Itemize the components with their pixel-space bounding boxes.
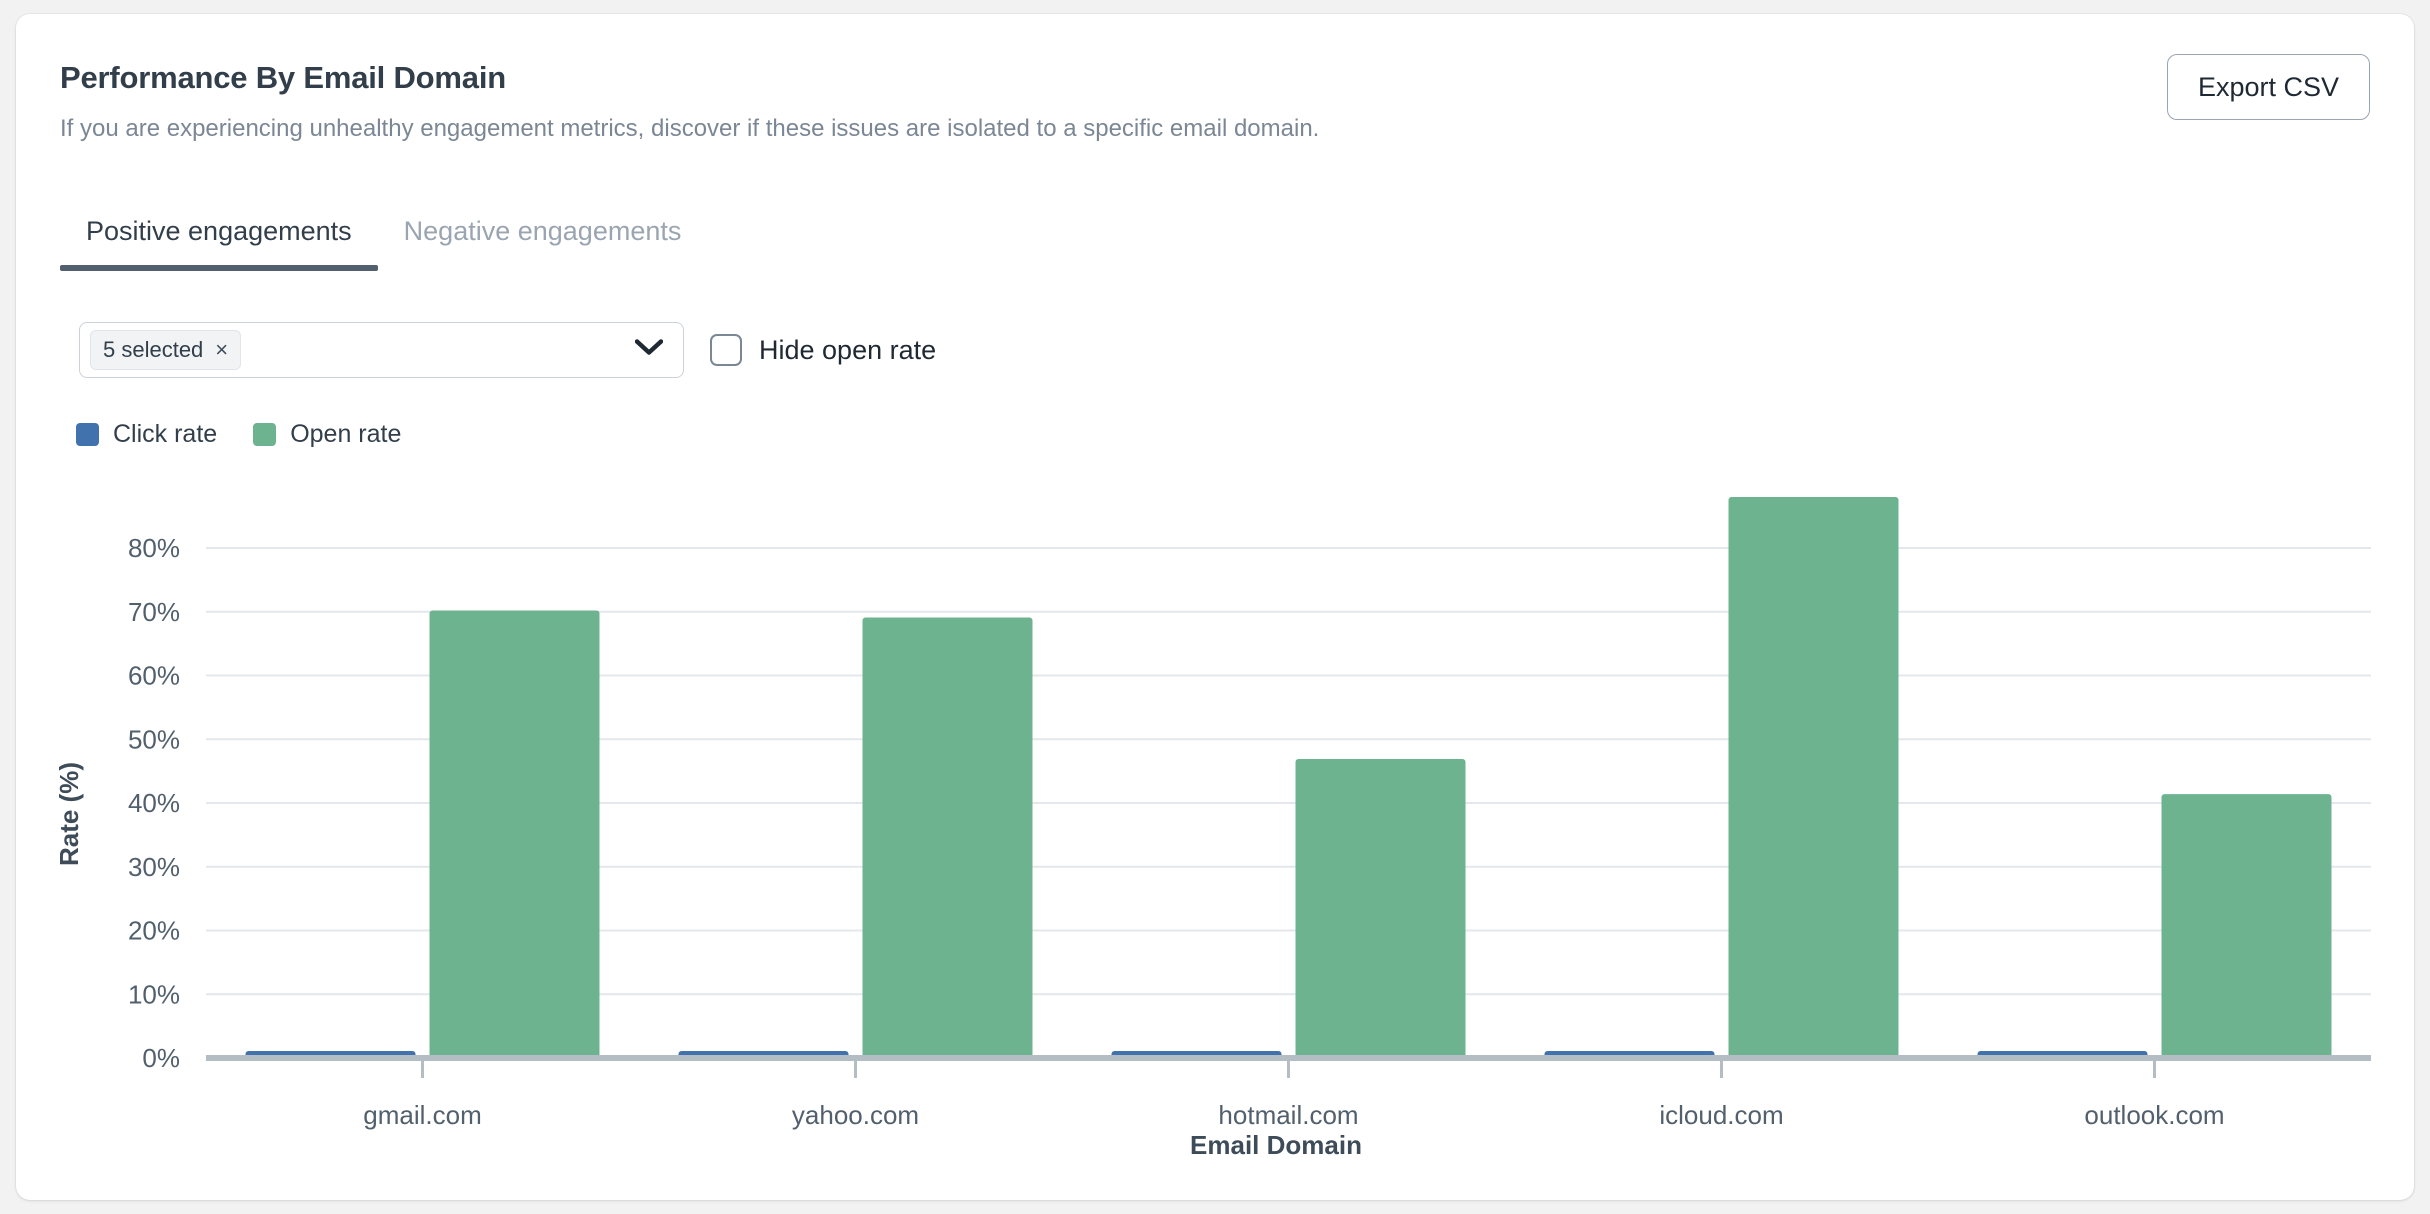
chart-bar[interactable] bbox=[245, 1051, 416, 1058]
chart-bar[interactable] bbox=[862, 617, 1033, 1058]
legend-swatch-click-rate bbox=[76, 423, 99, 446]
tab-negative-engagements-label: Negative engagements bbox=[403, 216, 682, 246]
y-tick-label: 70% bbox=[128, 597, 180, 627]
tab-positive-engagements-label: Positive engagements bbox=[86, 216, 352, 246]
chart-bar[interactable] bbox=[2161, 794, 2332, 1058]
tab-negative-engagements[interactable]: Negative engagements bbox=[378, 206, 708, 271]
y-axis-title: Rate (%) bbox=[54, 762, 84, 866]
x-tick-label: hotmail.com bbox=[1218, 1100, 1358, 1130]
chart-y-tick-labels: 0% 10% 20% 30% 40% 50% 60% 70% 80% bbox=[128, 533, 180, 1073]
close-icon[interactable]: × bbox=[215, 339, 228, 361]
legend-item-open-rate[interactable]: Open rate bbox=[253, 420, 401, 449]
legend-label-open-rate: Open rate bbox=[290, 420, 402, 448]
chart-x-tick-labels: gmail.com yahoo.com hotmail.com icloud.com o… bbox=[363, 1100, 2224, 1130]
card-subtitle: If you are experiencing unhealthy engage… bbox=[60, 114, 1320, 142]
performance-by-email-domain-card: Performance By Email Domain If you are e… bbox=[16, 14, 2414, 1200]
page-title: Performance By Email Domain bbox=[60, 60, 506, 95]
y-tick-label: 80% bbox=[128, 533, 180, 563]
tab-positive-engagements[interactable]: Positive engagements bbox=[60, 206, 378, 271]
chart-bar[interactable] bbox=[429, 610, 600, 1058]
legend-label-click-rate: Click rate bbox=[113, 420, 218, 448]
chart-bar[interactable] bbox=[1977, 1051, 2148, 1058]
chart-bars bbox=[245, 497, 2332, 1058]
x-axis-title: Email Domain bbox=[1190, 1130, 1362, 1160]
chart-bar[interactable] bbox=[1728, 497, 1899, 1058]
y-tick-label: 20% bbox=[128, 916, 180, 946]
engagement-tabs: Positive engagements Negative engagement… bbox=[60, 206, 707, 271]
card-header: Performance By Email Domain If you are e… bbox=[60, 54, 2370, 143]
y-tick-label: 60% bbox=[128, 661, 180, 691]
chevron-down-icon[interactable] bbox=[634, 339, 664, 362]
x-tick-label: icloud.com bbox=[1659, 1100, 1783, 1130]
selected-count-chip[interactable]: 5 selected × bbox=[90, 330, 242, 370]
export-csv-button[interactable]: Export CSV bbox=[2166, 54, 2370, 120]
chart-bar[interactable] bbox=[678, 1051, 849, 1058]
email-domain-bar-chart: 0% 10% 20% 30% 40% 50% 60% 70% 80% gmail.com yaho… bbox=[16, 14, 2414, 1200]
hide-open-rate-checkbox[interactable] bbox=[710, 334, 742, 366]
chart-controls: 5 selected × Hide open rate bbox=[79, 322, 936, 378]
x-tick-label: yahoo.com bbox=[792, 1100, 919, 1130]
hide-open-rate-toggle[interactable]: Hide open rate bbox=[710, 334, 936, 366]
selected-count-label: 5 selected bbox=[103, 337, 204, 362]
y-tick-label: 0% bbox=[142, 1043, 180, 1073]
y-tick-label: 30% bbox=[128, 852, 180, 882]
hide-open-rate-label: Hide open rate bbox=[759, 334, 937, 365]
legend-swatch-open-rate bbox=[253, 423, 277, 446]
legend-item-click-rate[interactable]: Click rate bbox=[76, 420, 217, 449]
y-tick-label: 10% bbox=[128, 979, 180, 1009]
domain-multiselect[interactable]: 5 selected × bbox=[79, 322, 684, 378]
x-tick-label: outlook.com bbox=[2084, 1100, 2224, 1130]
chart-svg: 0% 10% 20% 30% 40% 50% 60% 70% 80% gmail.com yaho… bbox=[54, 497, 2371, 1160]
y-tick-label: 50% bbox=[128, 724, 180, 754]
chart-bar[interactable] bbox=[1544, 1051, 1715, 1058]
chart-legend: Click rate Open rate bbox=[76, 420, 401, 449]
y-tick-label: 40% bbox=[128, 788, 180, 818]
chart-bar[interactable] bbox=[1295, 759, 1466, 1058]
chart-axes bbox=[206, 1055, 2371, 1078]
x-tick-label: gmail.com bbox=[363, 1100, 481, 1130]
chart-bar[interactable] bbox=[1111, 1051, 1282, 1058]
